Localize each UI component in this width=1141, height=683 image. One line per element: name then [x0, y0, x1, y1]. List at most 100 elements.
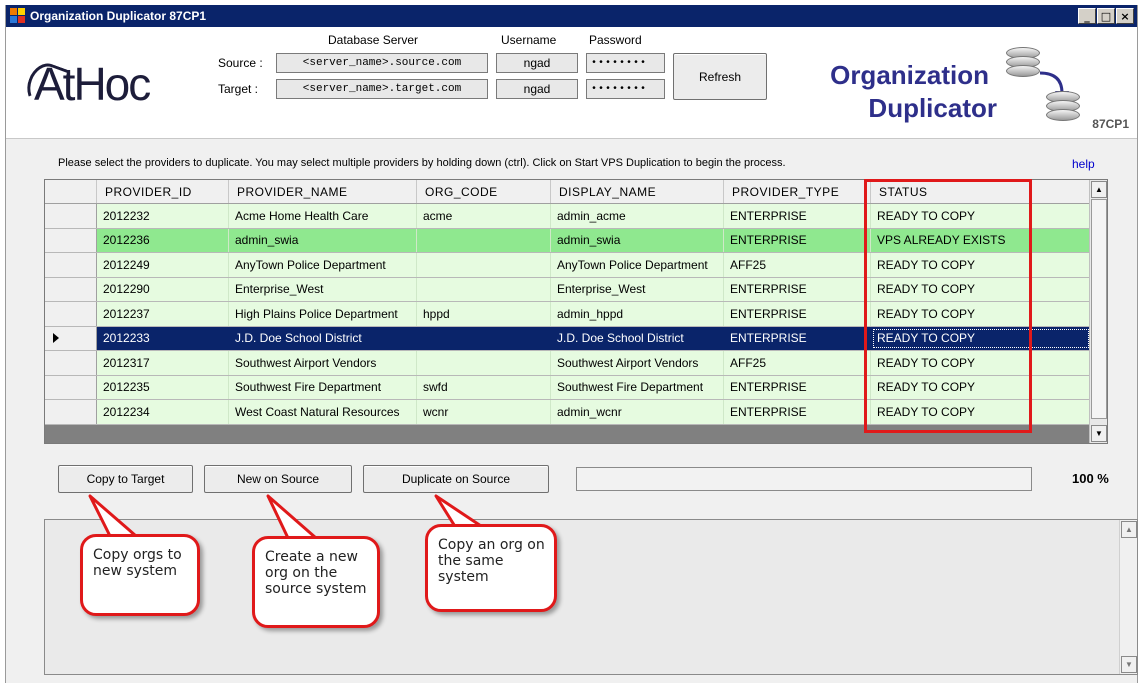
minimize-icon[interactable]: _ — [1078, 8, 1096, 24]
cell-provider-id[interactable]: 2012233 — [97, 326, 229, 350]
grid-scrollbar[interactable]: ▲ ▼ — [1089, 180, 1107, 443]
cell-provider-id[interactable]: 2012290 — [97, 277, 229, 301]
cell-provider-id[interactable]: 2012237 — [97, 302, 229, 326]
db-server-label: Database Server — [328, 33, 419, 47]
row-header-corner — [45, 180, 97, 203]
row-selector[interactable] — [45, 253, 97, 277]
cell-display-name[interactable]: admin_swia — [551, 228, 724, 252]
copy-to-target-button[interactable]: Copy to Target — [58, 465, 193, 493]
cell-org-code[interactable] — [417, 228, 551, 252]
target-server-field[interactable]: <server_name>.target.com — [276, 79, 488, 99]
cell-provider-type[interactable]: ENTERPRISE — [724, 400, 871, 424]
col-provider-name[interactable]: PROVIDER_NAME — [229, 180, 417, 203]
version-label: 87CP1 — [1092, 117, 1129, 131]
row-selector[interactable] — [45, 375, 97, 399]
refresh-button[interactable]: Refresh — [673, 53, 767, 100]
cell-provider-name[interactable]: West Coast Natural Resources — [229, 400, 417, 424]
cell-org-code[interactable] — [417, 277, 551, 301]
log-scroll-down-icon[interactable]: ▼ — [1121, 656, 1137, 673]
cell-display-name[interactable]: Southwest Airport Vendors — [551, 351, 724, 375]
col-display-name[interactable]: DISPLAY_NAME — [551, 180, 724, 203]
cell-org-code[interactable] — [417, 253, 551, 277]
cell-provider-id[interactable]: 2012236 — [97, 228, 229, 252]
title-bar: Organization Duplicator 87CP1 _ □ × — [6, 5, 1137, 27]
log-output[interactable]: ▲ ▼ — [44, 519, 1138, 675]
target-password-field[interactable]: •••••••• — [586, 79, 665, 99]
row-selector[interactable] — [45, 302, 97, 326]
cell-provider-name[interactable]: J.D. Doe School District — [229, 326, 417, 350]
duplicate-on-source-button[interactable]: Duplicate on Source — [363, 465, 549, 493]
cell-provider-name[interactable]: High Plains Police Department — [229, 302, 417, 326]
current-row-arrow-icon — [53, 333, 59, 344]
log-scroll-up-icon[interactable]: ▲ — [1121, 521, 1137, 538]
progress-percent: 100 % — [1072, 471, 1109, 486]
window-title: Organization Duplicator 87CP1 — [30, 9, 207, 23]
cell-provider-name[interactable]: Acme Home Health Care — [229, 204, 417, 228]
cell-org-code[interactable]: swfd — [417, 375, 551, 399]
cell-provider-type[interactable]: ENTERPRISE — [724, 228, 871, 252]
cell-provider-id[interactable]: 2012232 — [97, 204, 229, 228]
cell-provider-id[interactable]: 2012317 — [97, 351, 229, 375]
connection-header: AtHoc Database Server Username Password … — [6, 27, 1137, 139]
scroll-down-icon[interactable]: ▼ — [1091, 425, 1107, 442]
cell-display-name[interactable]: J.D. Doe School District — [551, 326, 724, 350]
row-selector[interactable] — [45, 228, 97, 252]
source-username-field[interactable]: ngad — [496, 53, 578, 73]
cell-display-name[interactable]: admin_wcnr — [551, 400, 724, 424]
source-password-field[interactable]: •••••••• — [586, 53, 665, 73]
col-provider-type[interactable]: PROVIDER_TYPE — [724, 180, 871, 203]
password-label: Password — [589, 33, 642, 47]
maximize-icon[interactable]: □ — [1097, 8, 1115, 24]
cell-display-name[interactable]: AnyTown Police Department — [551, 253, 724, 277]
row-selector[interactable] — [45, 326, 97, 350]
close-icon[interactable]: × — [1116, 8, 1134, 24]
cell-provider-name[interactable]: AnyTown Police Department — [229, 253, 417, 277]
cell-provider-name[interactable]: Southwest Airport Vendors — [229, 351, 417, 375]
cell-org-code[interactable]: acme — [417, 204, 551, 228]
cell-provider-name[interactable]: Enterprise_West — [229, 277, 417, 301]
cell-display-name[interactable]: admin_acme — [551, 204, 724, 228]
app-window: Organization Duplicator 87CP1 _ □ × AtHo… — [5, 5, 1138, 683]
cell-org-code[interactable]: wcnr — [417, 400, 551, 424]
row-selector[interactable] — [45, 204, 97, 228]
cell-provider-type[interactable]: AFF25 — [724, 253, 871, 277]
username-label: Username — [501, 33, 557, 47]
progress-bar — [576, 467, 1032, 491]
cell-provider-id[interactable]: 2012235 — [97, 375, 229, 399]
cell-org-code[interactable] — [417, 351, 551, 375]
new-on-source-button[interactable]: New on Source — [204, 465, 352, 493]
instructions-text: Please select the providers to duplicate… — [58, 157, 786, 169]
row-selector[interactable] — [45, 400, 97, 424]
cell-provider-id[interactable]: 2012249 — [97, 253, 229, 277]
row-selector[interactable] — [45, 277, 97, 301]
scroll-up-icon[interactable]: ▲ — [1091, 181, 1107, 198]
cell-provider-type[interactable]: ENTERPRISE — [724, 277, 871, 301]
row-selector[interactable] — [45, 351, 97, 375]
cell-provider-name[interactable]: Southwest Fire Department — [229, 375, 417, 399]
cell-org-code[interactable]: hppd — [417, 302, 551, 326]
cell-provider-name[interactable]: admin_swia — [229, 228, 417, 252]
callout-copy-same-system: Copy an org on the same system — [425, 524, 557, 612]
cell-provider-type[interactable]: ENTERPRISE — [724, 375, 871, 399]
scroll-thumb[interactable] — [1091, 199, 1107, 419]
cell-provider-type[interactable]: ENTERPRISE — [724, 204, 871, 228]
cell-provider-id[interactable]: 2012234 — [97, 400, 229, 424]
col-org-code[interactable]: ORG_CODE — [417, 180, 551, 203]
cell-display-name[interactable]: Southwest Fire Department — [551, 375, 724, 399]
callout-create-org: Create a new org on the source system — [252, 536, 380, 628]
cell-org-code[interactable] — [417, 326, 551, 350]
cell-provider-type[interactable]: ENTERPRISE — [724, 326, 871, 350]
source-server-field[interactable]: <server_name>.source.com — [276, 53, 488, 73]
brand-title: Organization Duplicator — [830, 59, 997, 125]
cell-display-name[interactable]: Enterprise_West — [551, 277, 724, 301]
help-link[interactable]: help — [1072, 157, 1095, 171]
cell-provider-type[interactable]: AFF25 — [724, 351, 871, 375]
target-username-field[interactable]: ngad — [496, 79, 578, 99]
brand-line-2: Duplicator — [868, 93, 997, 123]
cell-provider-type[interactable]: ENTERPRISE — [724, 302, 871, 326]
brand-line-1: Organization — [830, 60, 989, 90]
cell-display-name[interactable]: admin_hppd — [551, 302, 724, 326]
col-provider-id[interactable]: PROVIDER_ID — [97, 180, 229, 203]
target-label: Target : — [218, 82, 259, 96]
log-scrollbar[interactable]: ▲ ▼ — [1119, 520, 1137, 674]
